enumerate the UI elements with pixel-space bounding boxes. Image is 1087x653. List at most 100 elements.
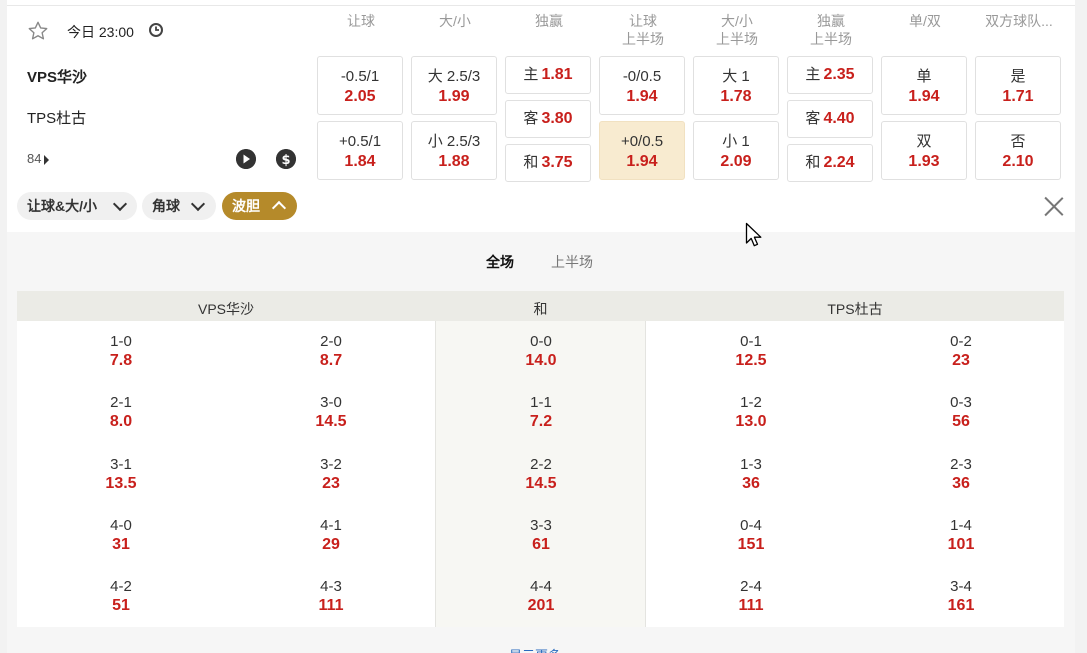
score-option[interactable]: 1-3 36 [691,455,811,493]
odds-label: +0/0.5 [620,133,664,150]
score-odds: 36 [952,474,970,492]
score-option[interactable]: 2-2 14.5 [481,455,601,493]
odds-value: 1.71 [1002,88,1034,105]
grid-header-home: VPS华沙 [197,301,254,317]
score-odds: 61 [532,535,550,553]
odds-cell[interactable]: 小 2.5/3 1.88 [411,121,497,180]
score-option[interactable]: 2-4 111 [691,577,811,615]
score-option[interactable]: 1-2 13.0 [691,393,811,431]
score-label: 4-4 [530,578,552,596]
odds-cell[interactable]: +0/0.5 1.94 [599,121,685,180]
dollar-icon[interactable]: $ [276,149,296,169]
grid-header-away: TPS杜古 [827,301,883,317]
filter-label: 角球 [152,198,180,214]
score-option[interactable]: 3-3 61 [481,516,601,554]
score-option[interactable]: 2-0 8.7 [271,332,391,370]
filter-correct-score[interactable]: 波胆 [222,192,297,220]
odds-label: 小 2.5/3 [427,133,481,150]
score-label: 0-4 [740,516,762,534]
score-option[interactable]: 2-3 36 [901,455,1021,493]
header-moneyline-1h: 独赢 上半场 [810,13,852,47]
odds-cell[interactable]: 客 4.40 [787,100,873,138]
score-option[interactable]: 3-1 13.5 [61,455,181,493]
odds-cell[interactable]: 大 2.5/3 1.99 [411,56,497,115]
header-handicap: 让球 [347,13,375,29]
header-handicap-1h: 让球 上半场 [622,13,664,47]
chevron-down-icon [112,196,128,212]
odds-cell[interactable]: 主 1.81 [505,56,591,94]
header-moneyline: 独赢 [535,13,563,29]
odds-cell[interactable]: 是 1.71 [975,56,1061,115]
odds-cell[interactable]: +0.5/1 1.84 [317,121,403,180]
odds-cell[interactable]: 小 1 2.09 [693,121,779,180]
score-odds: 29 [322,535,340,553]
score-odds: 8.0 [109,413,133,431]
score-label: 1-1 [530,394,552,412]
odds-cell[interactable]: 否 2.10 [975,121,1061,180]
score-option[interactable]: 1-4 101 [901,516,1021,554]
score-option[interactable]: 3-0 14.5 [271,393,391,431]
odds-cell[interactable]: 大 1 1.78 [693,56,779,115]
score-option[interactable]: 3-4 161 [901,577,1021,615]
odds-value: 3.80 [541,110,573,127]
play-icon[interactable] [236,149,256,169]
close-icon[interactable] [1044,196,1064,216]
odds-cell[interactable]: 双 1.93 [881,121,967,180]
home-team-name: VPS华沙 [27,69,88,86]
score-option[interactable]: 1-1 7.2 [481,393,601,431]
score-odds: 14.0 [525,352,557,369]
score-option[interactable]: 2-1 8.0 [61,393,181,431]
odds-value: 1.78 [720,88,752,105]
odds-cell[interactable]: 和 2.24 [787,144,873,182]
odds-cell[interactable]: 单 1.94 [881,56,967,115]
tab-first-half[interactable]: 上半场 [551,252,593,272]
odds-label: 小 1 [722,133,750,150]
score-odds: 12.5 [735,352,767,369]
score-odds: 7.2 [529,413,553,431]
score-option[interactable]: 0-0 14.0 [481,332,601,370]
score-option[interactable]: 4-0 31 [61,516,181,554]
score-label: 3-3 [530,516,552,534]
score-label: 2-2 [530,455,552,473]
odds-cell[interactable]: 客 3.80 [505,100,591,138]
score-label: 3-0 [320,394,342,412]
filter-handicap-ou[interactable]: 让球&大/小 [17,192,137,220]
tab-full-time[interactable]: 全场 [486,252,514,272]
odds-cell[interactable]: 和 3.75 [505,144,591,182]
score-option[interactable]: 0-4 151 [691,516,811,554]
odds-cell[interactable]: -0/0.5 1.94 [599,56,685,115]
score-label: 1-0 [110,333,132,350]
odds-cell[interactable]: 主 2.35 [787,56,873,94]
odds-value: 1.94 [626,153,658,170]
mouse-cursor-icon [745,222,762,247]
score-label: 4-3 [320,578,342,596]
score-option[interactable]: 0-2 23 [901,332,1021,370]
caret-right-icon [44,154,50,165]
score-option[interactable]: 0-3 56 [901,393,1021,431]
grid-header: VPS华沙 和 TPS杜古 [17,291,1064,321]
star-icon[interactable] [27,20,49,42]
odds-value: 1.81 [541,66,573,83]
score-option[interactable]: 4-4 201 [481,577,601,615]
score-option[interactable]: 4-2 51 [61,577,181,615]
score-label: 1-3 [740,455,762,473]
score-odds: 56 [952,413,970,431]
odds-label: 大 2.5/3 [427,68,481,85]
score-odds: 101 [947,535,975,553]
more-markets-link[interactable]: 84 [27,151,50,166]
score-option[interactable]: 4-1 29 [271,516,391,554]
score-option[interactable]: 1-0 7.8 [61,332,181,370]
divider [7,5,1075,6]
show-more-link[interactable]: 显示更多 [509,645,561,653]
grid-header-draw: 和 [533,301,548,317]
filter-corners[interactable]: 角球 [142,192,216,220]
odds-value: 2.05 [344,88,376,105]
score-odds: 23 [322,474,340,492]
score-option[interactable]: 3-2 23 [271,455,391,493]
score-option[interactable]: 0-1 12.5 [691,332,811,370]
odds-cell[interactable]: -0.5/1 2.05 [317,56,403,115]
score-label: 2-0 [320,333,342,350]
odds-value: 2.35 [823,66,855,83]
odds-value: 2.09 [720,153,752,170]
score-option[interactable]: 4-3 111 [271,577,391,615]
